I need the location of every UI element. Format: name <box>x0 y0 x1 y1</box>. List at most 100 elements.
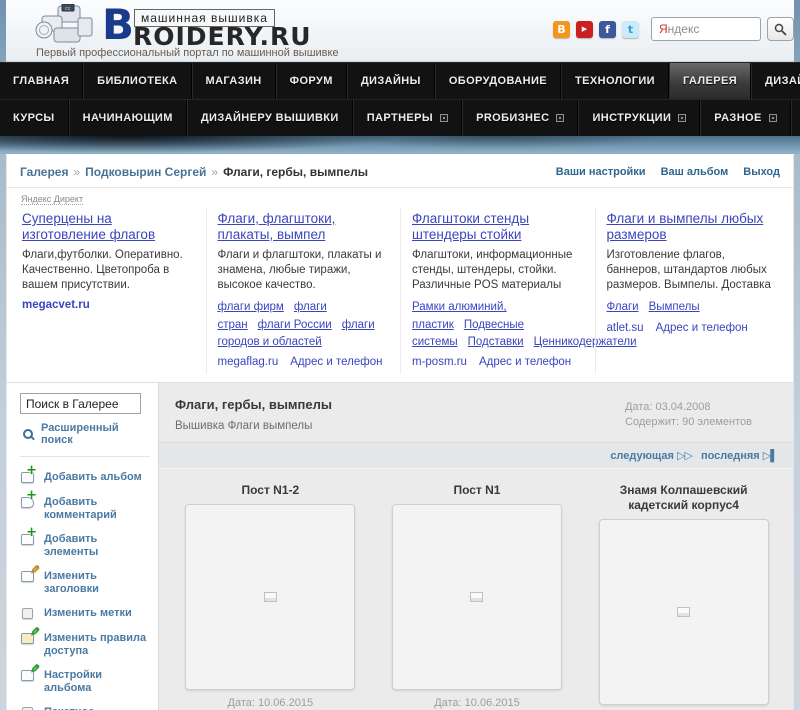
nav-dizaynery[interactable]: ДИЗАЙНЕРЫ <box>751 63 800 99</box>
next-page-link[interactable]: следующая <box>610 450 674 462</box>
facebook-icon[interactable]: f <box>599 21 616 38</box>
last-page-link[interactable]: последняя <box>701 450 760 462</box>
divider <box>20 456 150 458</box>
lock-pen-icon <box>20 630 38 646</box>
card-thumbnail[interactable] <box>185 504 356 691</box>
nav-galereya[interactable]: ГАЛЕРЕЯ <box>668 63 752 99</box>
logo-letter-b: B <box>102 0 135 49</box>
nav-instruktsii[interactable]: ИНСТРУКЦИИ <box>578 100 701 136</box>
dropdown-indicator-icon <box>556 114 565 122</box>
advanced-search-link[interactable]: Расширенный поиск <box>22 422 152 446</box>
ad-megaflag: Флаги, флагштоки, плакаты, вымпел Флаги … <box>205 207 401 375</box>
twitter-icon[interactable]: t <box>622 21 639 38</box>
broken-image-icon <box>470 592 484 603</box>
ad-atlet: Флаги и вымпелы любых размеров Изготовле… <box>594 207 790 375</box>
nav-partnery[interactable]: ПАРТНЕРЫ <box>352 100 463 136</box>
sidebar-item-add-album[interactable]: Добавить альбом <box>20 464 152 485</box>
main-area: Расширенный поиск Добавить альбом Добави… <box>7 382 793 710</box>
gallery-search-input[interactable] <box>20 393 141 415</box>
nav-dizayneru-vyshivki[interactable]: ДИЗАЙНЕРУ ВЫШИВКИ <box>186 100 353 136</box>
ad-megacvet: Суперцены на изготовление флагов Флаги,ф… <box>11 207 206 374</box>
nav-tekhnologii[interactable]: ТЕХНОЛОГИИ <box>561 63 669 99</box>
card-thumbnail[interactable] <box>391 504 562 691</box>
sidebar-item-edit-titles[interactable]: Изменить заголовки <box>20 568 152 596</box>
yandex-search: Яндекс <box>651 17 794 41</box>
edit-pen-icon <box>20 568 38 584</box>
ad-body: Изготовление флагов, баннеров, штандарто… <box>606 248 771 292</box>
ad-sublink[interactable]: Вымпелы <box>649 301 700 313</box>
nav-row-1: ГЛАВНАЯ БИБЛИОТЕКА МАГАЗИН ФОРУМ ДИЗАЙНЫ… <box>0 62 800 99</box>
site-header: cc B машинная вышивка ROIDERY.RU Первый … <box>6 0 794 62</box>
ad-title-link[interactable]: Суперцены на изготовление флагов <box>22 211 195 243</box>
settings-pen-icon <box>20 667 38 683</box>
ads-block: Суперцены на изготовление флагов Флаги,ф… <box>7 207 793 382</box>
album-title: Флаги, гербы, вымпелы <box>175 397 332 413</box>
gallery-card: Знамя Колпашевский кадетский корпус4 Дат… <box>580 483 787 710</box>
nav-oborudovanie[interactable]: ОБОРУДОВАНИЕ <box>434 63 562 99</box>
card-thumbnail[interactable] <box>598 519 769 706</box>
ad-sublink[interactable]: флаги фирм <box>218 301 284 313</box>
user-links: Ваши настройки Ваш альбом Выход <box>556 166 780 178</box>
last-page-icon[interactable]: ▷▌ <box>763 450 778 462</box>
gallery-card: Пост N1-2 Дата: 10.06.2015 Новый « опера… <box>167 483 374 710</box>
crumb-galereya[interactable]: Галерея <box>20 165 68 179</box>
magnifier-icon <box>774 23 787 36</box>
ad-contact-link[interactable]: Адрес и телефон <box>479 356 571 368</box>
nav-biblioteka[interactable]: БИБЛИОТЕКА <box>83 63 192 99</box>
nav-o-nas[interactable]: О НАС <box>790 100 800 136</box>
ad-sublink[interactable]: флаги России <box>258 319 332 331</box>
sidebar-item-add-comment[interactable]: Добавить комментарий <box>20 489 152 522</box>
sidebar-item-add-elements[interactable]: Добавить элементы <box>20 526 152 559</box>
card-title: Пост N1-2 <box>241 483 300 498</box>
search-button[interactable] <box>767 17 794 41</box>
dropdown-indicator-icon <box>768 114 777 122</box>
yandex-direct-label[interactable]: Яндекс Директ <box>21 194 84 205</box>
breadcrumb: Галерея» Подковырин Сергей» Флаги, гербы, … <box>20 165 368 179</box>
logout-link[interactable]: Выход <box>743 166 780 178</box>
ad-mposm: Флагштоки стенды штендеры стойки Флагшто… <box>400 207 637 375</box>
ad-domain-link[interactable]: m-posm.ru <box>412 356 467 368</box>
card-date: Дата: 10.06.2015 <box>434 697 520 710</box>
gallery-card: Пост N1 Дата: 10.06.2015 Новый « операци… <box>374 483 581 710</box>
nav-nachinayushchim[interactable]: НАЧИНАЮЩИМ <box>68 100 187 136</box>
ad-contact-link[interactable]: Адрес и телефон <box>290 356 382 368</box>
ad-body: Флагштоки, информационные стенды, штенде… <box>412 248 573 292</box>
album-date: Дата: 03.04.2008 <box>625 401 711 414</box>
folder-plus-icon <box>20 526 38 547</box>
nav-probiznes[interactable]: PROБИЗНЕС <box>462 100 579 136</box>
ad-title-link[interactable]: Флаги, флагштоки, плакаты, вымпел <box>218 211 390 243</box>
nav-kursy[interactable]: КУРСЫ <box>0 100 69 136</box>
ad-domain-link[interactable]: megaflag.ru <box>218 356 279 368</box>
sidebar-item-edit-access-rules[interactable]: Изменить правила доступа <box>20 630 152 658</box>
ad-sublink[interactable]: Подставки <box>468 336 524 348</box>
checkbox-icon <box>20 605 38 621</box>
nav-dizayny[interactable]: ДИЗАЙНЫ <box>346 63 435 99</box>
ad-domain-link[interactable]: atlet.su <box>607 322 644 334</box>
breadcrumb-bar: Галерея» Подковырин Сергей» Флаги, гербы, … <box>7 156 793 188</box>
site-tagline: Первый профессиональный портал по машинн… <box>36 47 339 59</box>
next-page-icon[interactable]: ▷▷ <box>677 450 693 462</box>
sidebar-item-batch-tags[interactable]: Пакетное изменение меток <box>20 704 152 710</box>
ad-title-link[interactable]: Флагштоки стенды штендеры стойки <box>412 211 584 243</box>
nav-forum[interactable]: ФОРУМ <box>275 63 347 99</box>
nav-magazin[interactable]: МАГАЗИН <box>191 63 276 99</box>
nav-row-2: КУРСЫ НАЧИНАЮЩИМ ДИЗАЙНЕРУ ВЫШИВКИ ПАРТН… <box>0 99 800 136</box>
blogger-icon[interactable]: B <box>553 21 570 38</box>
sidebar-item-edit-tags[interactable]: Изменить метки <box>20 605 152 621</box>
nav-glavnaya[interactable]: ГЛАВНАЯ <box>0 63 84 99</box>
your-album-link[interactable]: Ваш альбом <box>661 166 729 178</box>
album-meta: Дата: 03.04.2008 Содержит: 90 элементов <box>625 397 775 432</box>
gallery-cards: Пост N1-2 Дата: 10.06.2015 Новый « опера… <box>159 469 793 710</box>
ad-domain-link[interactable]: megacvet.ru <box>22 299 90 311</box>
album-content: Флаги, гербы, вымпелы Вышивка Флаги вымп… <box>159 383 793 710</box>
your-settings-link[interactable]: Ваши настройки <box>556 166 646 178</box>
ad-title-link[interactable]: Флаги и вымпелы любых размеров <box>607 211 779 243</box>
nav-raznoe[interactable]: РАЗНОЕ <box>700 100 791 136</box>
sidebar-item-album-settings[interactable]: Настройки альбома <box>20 667 152 695</box>
ad-sublink[interactable]: Флаги <box>607 301 639 313</box>
crumb-author[interactable]: Подковырин Сергей <box>85 165 206 179</box>
youtube-icon[interactable]: ▶ <box>576 21 593 38</box>
yandex-search-input[interactable] <box>651 17 761 41</box>
ad-contact-link[interactable]: Адрес и телефон <box>656 322 748 334</box>
magnifier-icon <box>22 428 35 441</box>
